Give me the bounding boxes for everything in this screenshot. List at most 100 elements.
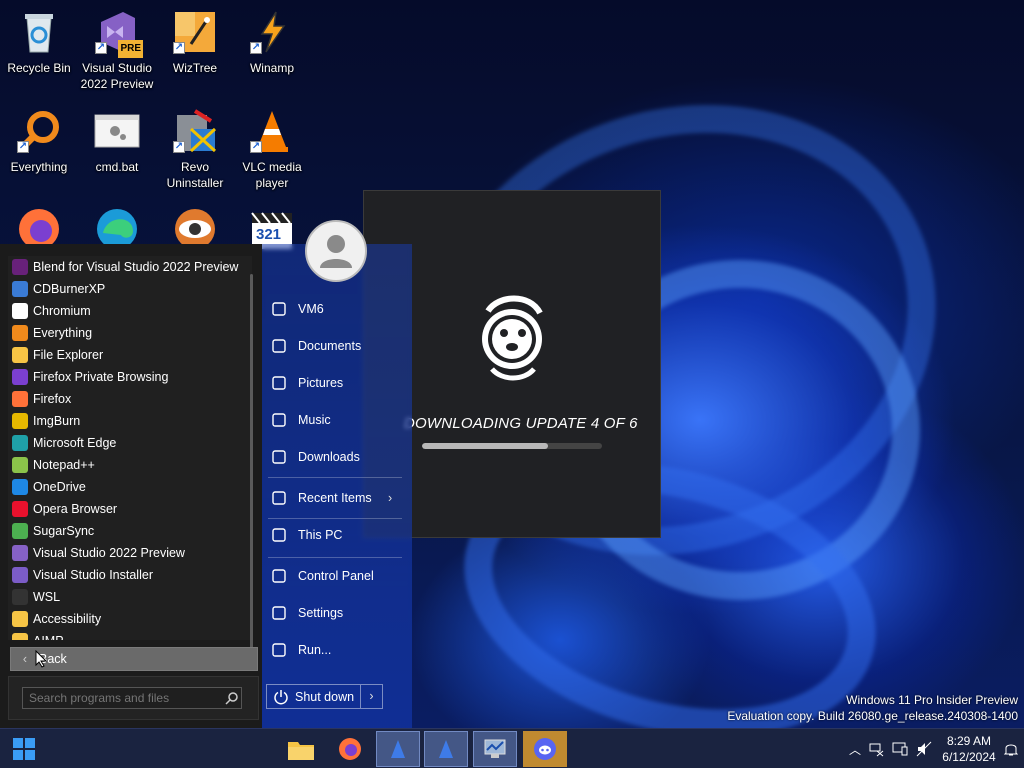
program-label: Everything [33, 326, 93, 340]
desktop-icon-wiztree[interactable]: ↗ WizTree [157, 8, 233, 76]
separator [268, 557, 402, 558]
program-label: File Explorer [33, 348, 104, 362]
onedrive-icon [12, 479, 28, 495]
visual-studio-preview-icon: PRE ↗ [93, 8, 143, 58]
notification-bell-icon[interactable] [1003, 741, 1019, 762]
start-menu-place-recent-items[interactable]: Recent Items › [268, 486, 408, 510]
display-icon[interactable] [888, 741, 912, 757]
start-menu-place-this-pc[interactable]: This PC [268, 523, 408, 547]
task-manager-icon [484, 739, 506, 758]
build-watermark: Windows 11 Pro Insider Preview Evaluatio… [727, 692, 1018, 724]
desktop-icon-cmd-bat[interactable]: cmd.bat [79, 107, 155, 175]
program-list-item[interactable]: Firefox Private Browsing [8, 366, 252, 388]
chevron-up-icon[interactable]: ︿ [846, 741, 864, 758]
update-progress-bar [422, 443, 602, 449]
program-list-item[interactable]: SugarSync [8, 520, 252, 542]
update-mascot-icon [472, 291, 552, 381]
program-list-item[interactable]: Visual Studio Installer [8, 564, 252, 586]
search-input[interactable] [22, 687, 242, 709]
program-label: Chromium [33, 304, 91, 318]
windows-logo-icon [13, 738, 35, 760]
opera-icon [12, 501, 28, 517]
taskbar-file-explorer[interactable] [279, 731, 323, 767]
program-list-item[interactable]: OneDrive [8, 476, 252, 498]
system-tray: ︿ [846, 729, 936, 768]
program-list-item[interactable]: Notepad++ [8, 454, 252, 476]
program-list-item[interactable]: Microsoft Edge [8, 432, 252, 454]
separator [268, 518, 402, 519]
start-menu-place-pictures[interactable]: Pictures [268, 371, 408, 395]
program-list-item[interactable]: Chromium [8, 300, 252, 322]
program-list-item[interactable]: Blend for Visual Studio 2022 Preview [8, 256, 252, 278]
start-menu-place-documents[interactable]: Documents [268, 334, 408, 358]
taskbar-task-manager[interactable] [473, 731, 517, 767]
start-menu-place-settings[interactable]: Settings [268, 601, 408, 625]
tux-icon [12, 589, 28, 605]
start-button[interactable] [2, 731, 46, 767]
program-label: OneDrive [33, 480, 86, 494]
program-list-item[interactable]: File Explorer [8, 344, 252, 366]
desktop-icon-label: VLC media player [242, 160, 302, 190]
shortcut-arrow-icon: ↗ [250, 141, 262, 153]
place-label: Settings [298, 606, 344, 620]
desktop-icon-recycle-bin[interactable]: Recycle Bin [1, 8, 77, 76]
computer-icon [268, 526, 290, 544]
program-list-item[interactable]: Everything [8, 322, 252, 344]
shutdown-options-arrow[interactable]: › [360, 685, 382, 708]
program-label: Visual Studio 2022 Preview [33, 546, 185, 560]
clock-date: 6/12/2024 [942, 750, 996, 764]
program-label: SugarSync [33, 524, 95, 538]
taskbar-app-1[interactable] [376, 731, 420, 767]
chevron-right-icon: › [388, 491, 393, 505]
cdburnerxp-icon [12, 281, 28, 297]
desktop-icon-winamp[interactable]: ↗ Winamp [234, 8, 310, 76]
start-menu-place-music[interactable]: Music [268, 408, 408, 432]
program-list-item[interactable]: ImgBurn [8, 410, 252, 432]
program-label: ImgBurn [33, 414, 81, 428]
imgburn-icon [12, 413, 28, 429]
user-avatar[interactable] [305, 220, 367, 282]
vlc-icon: ↗ [248, 107, 296, 155]
program-label: Blend for Visual Studio 2022 Preview [33, 260, 239, 274]
desktop-icon-vlc[interactable]: ↗ VLC media player [234, 107, 310, 191]
program-label: Accessibility [33, 612, 102, 626]
folder-icon [12, 633, 28, 640]
shortcut-arrow-icon: ↗ [95, 42, 107, 54]
start-menu-place-run[interactable]: Run... [268, 638, 408, 662]
program-list-item[interactable]: WSL [8, 586, 252, 608]
program-list-item[interactable]: Visual Studio 2022 Preview [8, 542, 252, 564]
shutdown-button[interactable]: Shut down › [266, 684, 383, 709]
program-list-scrollbar[interactable] [250, 274, 253, 664]
desktop-icon-visual-studio-preview[interactable]: PRE ↗ Visual Studio 2022 Preview [79, 8, 155, 92]
batch-file-icon [93, 107, 141, 155]
program-list-item[interactable]: Accessibility [8, 608, 252, 630]
app-blue-2-icon [439, 740, 453, 758]
network-icon[interactable] [864, 741, 888, 757]
update-status-text: DOWNLOADING UPDATE 4 OF 6 [404, 415, 638, 432]
taskbar-discord[interactable] [523, 731, 567, 767]
program-list-item[interactable]: Opera Browser [8, 498, 252, 520]
taskbar-clock[interactable]: 8:29 AM 6/12/2024 [938, 733, 1000, 765]
program-list-item[interactable]: Firefox [8, 388, 252, 410]
start-menu-place-vm6[interactable]: VM6 [268, 297, 408, 321]
taskbar-app-2[interactable] [424, 731, 468, 767]
desktop-icon-everything[interactable]: ↗ Everything [1, 107, 77, 175]
taskbar-firefox[interactable] [328, 731, 372, 767]
gear-icon [268, 604, 290, 622]
search-icon[interactable] [225, 691, 239, 705]
program-list-item[interactable]: CDBurnerXP [8, 278, 252, 300]
place-label: Music [298, 413, 331, 427]
volume-muted-icon[interactable] [912, 741, 936, 757]
start-menu-place-control-panel[interactable]: Control Panel [268, 564, 408, 588]
program-label: WSL [33, 590, 61, 604]
start-menu-place-downloads[interactable]: Downloads [268, 445, 408, 469]
program-list[interactable]: Blend for Visual Studio 2022 Preview CDBu… [8, 256, 252, 640]
place-label: Downloads [298, 450, 360, 464]
program-list-item[interactable]: AIMP [8, 630, 252, 640]
program-label: AIMP [33, 634, 64, 640]
desktop-icon-revo-uninstaller[interactable]: ↗ Revo Uninstaller [157, 107, 233, 191]
visual-studio-installer-icon [12, 567, 28, 583]
back-button[interactable]: ‹ Back [10, 647, 258, 671]
program-label: CDBurnerXP [33, 282, 106, 296]
blend-icon [12, 259, 28, 275]
